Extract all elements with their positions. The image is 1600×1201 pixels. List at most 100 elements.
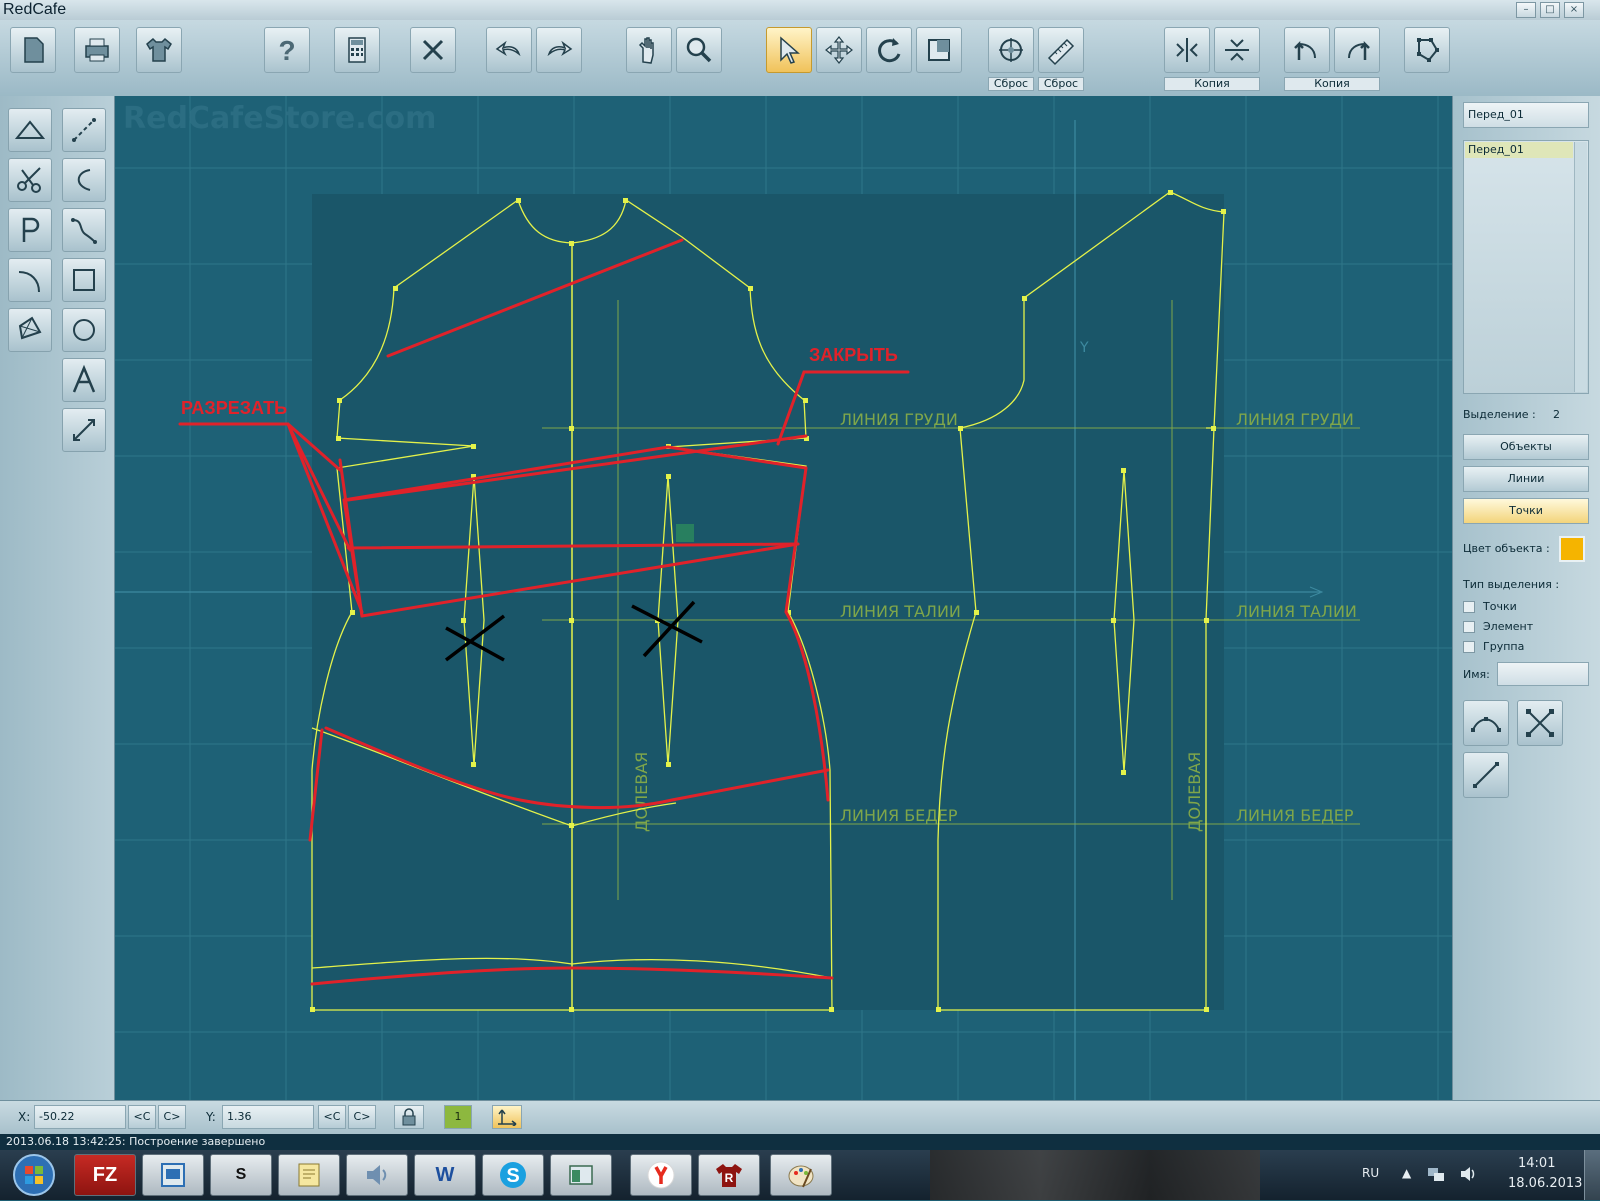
object-list-scrollbar[interactable] [1574, 142, 1587, 392]
scissors-icon [17, 167, 41, 193]
network-tray-icon[interactable] [1426, 1164, 1446, 1187]
app-taskbar-button-3[interactable] [278, 1154, 340, 1196]
object-list[interactable]: Перед_01 [1463, 140, 1589, 394]
network-icon [1428, 1168, 1444, 1181]
filezilla-taskbar-button[interactable]: FZ [74, 1154, 136, 1196]
word-taskbar-button[interactable]: W [414, 1154, 476, 1196]
object-name-field[interactable]: Перед_01 [1463, 102, 1589, 128]
straighten-button[interactable] [1463, 752, 1509, 798]
delete-button[interactable] [410, 27, 456, 73]
y-prev-button[interactable]: <C [318, 1105, 346, 1129]
scale-button[interactable] [916, 27, 962, 73]
drawing-canvas[interactable]: Y RedCafeStore.com ЛИНИЯ ГРУДИ ЛИНИЯ ГРУ… [115, 96, 1452, 1100]
copy-label-2: Копия [1284, 77, 1380, 91]
skype-taskbar-button[interactable]: S [482, 1154, 544, 1196]
spline-tool[interactable] [62, 208, 106, 252]
copy-rotate-right-button[interactable] [1334, 27, 1380, 73]
x-next-button[interactable]: C> [158, 1105, 186, 1129]
hip-line-label-1: ЛИНИЯ БЕДЕР [840, 806, 958, 825]
move-button[interactable] [816, 27, 862, 73]
close-window-button[interactable]: × [1564, 2, 1584, 18]
audio-taskbar-button[interactable] [346, 1154, 408, 1196]
undo-button[interactable] [486, 27, 532, 73]
rectangle-tool[interactable] [62, 258, 106, 302]
reset-compass-button[interactable] [988, 27, 1034, 73]
y-next-button[interactable]: C> [348, 1105, 376, 1129]
copy-rotate-left-button[interactable] [1284, 27, 1330, 73]
axis-snap-button[interactable] [492, 1105, 522, 1129]
dart-icon [14, 120, 46, 139]
taskbar-thumbnail-preview [930, 1150, 1260, 1200]
name-input[interactable] [1497, 662, 1589, 686]
yandex-taskbar-button[interactable] [630, 1154, 692, 1196]
x-prev-button[interactable]: <C [128, 1105, 156, 1129]
curve-tool[interactable] [62, 158, 106, 202]
pan-button[interactable] [626, 27, 672, 73]
mirror-horizontal-button[interactable] [1214, 27, 1260, 73]
language-indicator[interactable]: RU [1362, 1166, 1379, 1180]
points-button[interactable]: Точки [1463, 498, 1589, 524]
grain-line-label-1: ДОЛЕВАЯ [632, 752, 651, 832]
start-button[interactable] [4, 1152, 64, 1198]
print-button[interactable] [74, 27, 120, 73]
svg-text:S: S [506, 1165, 519, 1187]
element-checkbox[interactable] [1463, 621, 1475, 633]
line-tool[interactable] [62, 108, 106, 152]
svg-text:R: R [725, 1171, 734, 1185]
volume-tray-icon[interactable] [1458, 1164, 1478, 1187]
hand-icon [638, 37, 654, 64]
cut-tool[interactable] [8, 158, 52, 202]
calculator-button[interactable] [334, 27, 380, 73]
object-list-item[interactable]: Перед_01 [1465, 142, 1573, 158]
x-coord-field[interactable]: -50.22 [34, 1105, 126, 1129]
maximize-button[interactable]: □ [1540, 2, 1560, 18]
select-button[interactable] [766, 27, 812, 73]
objects-button[interactable]: Объекты [1463, 434, 1589, 460]
app-taskbar-button-2[interactable]: S [210, 1154, 272, 1196]
waist-line-label-2: ЛИНИЯ ТАЛИИ [1236, 602, 1357, 621]
group-checkbox[interactable] [1463, 641, 1475, 653]
measure-tool[interactable] [62, 408, 106, 452]
new-document-button[interactable] [10, 27, 56, 73]
help-icon: ? [278, 35, 295, 66]
help-button[interactable]: ? [264, 27, 310, 73]
show-hidden-icons-button[interactable]: ▲ [1402, 1166, 1411, 1180]
redcafe-shirt-icon: R [716, 1164, 742, 1187]
points-checkbox[interactable] [1463, 601, 1475, 613]
point-tool[interactable] [8, 208, 52, 252]
garment-button[interactable] [136, 27, 182, 73]
circle-tool[interactable] [62, 308, 106, 352]
arc-edit-button[interactable] [1463, 700, 1509, 746]
break-point-button[interactable] [1517, 700, 1563, 746]
dart-tool[interactable] [8, 108, 52, 152]
lock-button[interactable] [394, 1105, 424, 1129]
mirror-vertical-button[interactable] [1164, 27, 1210, 73]
minimize-button[interactable]: – [1516, 2, 1536, 18]
hip-line-label-2: ЛИНИЯ БЕДЕР [1236, 806, 1354, 825]
axis-y-label: Y [1079, 340, 1089, 356]
clock-time[interactable]: 14:01 [1518, 1156, 1555, 1171]
rotate-button[interactable] [866, 27, 912, 73]
move-icon [825, 36, 853, 64]
object-color-swatch[interactable] [1559, 536, 1585, 562]
redo-button[interactable] [536, 27, 582, 73]
redcafe-taskbar-button[interactable]: R [698, 1154, 760, 1196]
reset-ruler-button[interactable] [1038, 27, 1084, 73]
shape-edit-button[interactable] [1404, 27, 1450, 73]
word-icon: W [435, 1163, 455, 1186]
zoom-button[interactable] [676, 27, 722, 73]
text-tool[interactable] [62, 358, 106, 402]
app-taskbar-button-1[interactable] [142, 1154, 204, 1196]
paint-taskbar-button[interactable] [770, 1154, 832, 1196]
explorer-taskbar-button[interactable] [550, 1154, 612, 1196]
clock-date[interactable]: 18.06.2013 [1508, 1176, 1582, 1191]
arc-tool[interactable] [8, 258, 52, 302]
lines-button[interactable]: Линии [1463, 466, 1589, 492]
y-coord-field[interactable]: 1.36 [222, 1105, 314, 1129]
chevron-up-icon: ▲ [1402, 1166, 1412, 1180]
layer-indicator[interactable]: 1 [444, 1105, 472, 1129]
s-app-icon: S [235, 1166, 247, 1183]
polygon-tool[interactable] [8, 308, 52, 352]
close-icon [422, 39, 444, 61]
show-desktop-button[interactable] [1584, 1150, 1600, 1200]
